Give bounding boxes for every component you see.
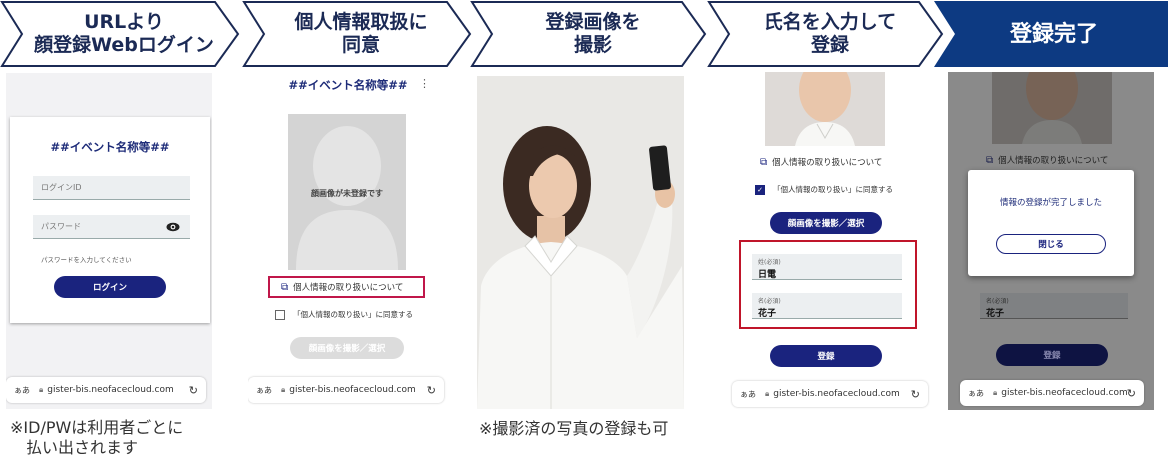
browser-url-bar[interactable]: ぁあ 🔒︎ gister-bis.neofacecloud.com ↻ (960, 380, 1144, 406)
selfie-photo (477, 76, 684, 409)
idpw-note: ※ID/PWは利用者ごとに 払い出されます (10, 418, 184, 457)
face-photo-image (765, 72, 885, 146)
url-text: gister-bis.neofacecloud.com (1001, 388, 1128, 398)
registered-face-photo (992, 72, 1112, 144)
step-1-label: URLより 顔登録Webログイン (34, 11, 214, 56)
event-title: ##イベント名称等## (288, 78, 408, 92)
capture-photo-button[interactable]: 顔画像を撮影／選択 (290, 337, 404, 359)
register-button[interactable]: 登録 (996, 344, 1108, 366)
name-fields-highlight (739, 240, 917, 329)
url-text: gister-bis.neofacecloud.com (773, 389, 900, 399)
checkbox-checked[interactable]: ✓ (755, 184, 765, 195)
browser-url-bar[interactable]: ぁあ 🔒︎ gister-bis.neofacecloud.com ↻ (248, 377, 444, 403)
first-name-field[interactable]: 名(必須) 花子 (980, 293, 1128, 319)
lock-icon: 🔒︎ (39, 385, 44, 394)
lock-icon: 🔒︎ (765, 389, 770, 398)
browser-url-bar[interactable]: ぁあ 🔒︎ gister-bis.neofacecloud.com ↻ (6, 377, 206, 403)
agree-checkbox[interactable]: 「個人情報の取り扱い」に同意する (275, 309, 413, 320)
password-placeholder: パスワード (41, 222, 81, 231)
reload-icon[interactable]: ↻ (1127, 387, 1136, 400)
privacy-policy-link[interactable]: ⧉ 個人情報の取り扱いについて (760, 156, 883, 169)
consent-screen: ##イベント名称等## ⋮ 顔画像が未登録です ⧉ 個人情報の取り扱いについて … (248, 73, 448, 409)
completion-message: 情報の登録が完了しました (999, 198, 1102, 208)
password-hint: パスワードを入力してください (41, 256, 132, 264)
url-text: gister-bis.neofacecloud.com (289, 385, 416, 395)
more-menu-icon[interactable]: ⋮ (419, 77, 430, 90)
lock-icon: 🔒︎ (993, 388, 998, 397)
step-1: URLより 顔登録Webログイン (0, 0, 242, 68)
face-photo-image (992, 72, 1112, 144)
text-size-button[interactable]: ぁあ (968, 388, 984, 399)
text-size-button[interactable]: ぁあ (256, 385, 272, 396)
reload-icon[interactable]: ↻ (189, 384, 198, 397)
agree-checkbox[interactable]: ✓ 「個人情報の取り扱い」に同意する (755, 184, 893, 195)
close-button[interactable]: 閉じる (996, 234, 1106, 254)
capture-photo-button[interactable]: 顔画像を撮影／選択 (770, 212, 882, 234)
password-field[interactable]: パスワード (33, 215, 190, 239)
login-id-field[interactable]: ログインID (33, 176, 190, 200)
text-size-button[interactable]: ぁあ (14, 385, 30, 396)
photo-note: ※撮影済の写真の登録も可 (479, 419, 669, 438)
first-name-label: 名(必須) (986, 298, 1009, 305)
step-3-label: 登録画像を 撮影 (545, 11, 641, 56)
first-name-value: 花子 (986, 309, 1005, 319)
url-text: gister-bis.neofacecloud.com (47, 385, 174, 395)
step-4: 氏名を入力して 登録 (707, 0, 947, 68)
step-3: 登録画像を 撮影 (470, 0, 710, 68)
lock-icon: 🔒︎ (281, 385, 286, 394)
privacy-policy-link[interactable]: ⧉ 個人情報の取り扱いについて (986, 154, 1109, 167)
reload-icon[interactable]: ↻ (427, 384, 436, 397)
step-2-label: 個人情報取扱に 同意 (294, 11, 428, 56)
complete-screen: ⧉ 個人情報の取り扱いについて 情報の登録が完了しました 閉じる 名(必須) 花… (948, 72, 1154, 410)
agree-label: 「個人情報の取り扱い」に同意する (293, 310, 413, 319)
step-5: 登録完了 (932, 0, 1169, 68)
eye-icon[interactable] (166, 222, 180, 232)
step-4-label: 氏名を入力して 登録 (763, 11, 897, 56)
event-title: ##イベント名称等## (50, 140, 170, 154)
checkbox-unchecked[interactable] (275, 309, 285, 320)
privacy-link-highlight (268, 276, 425, 298)
no-photo-text: 顔画像が未登録です (311, 189, 383, 198)
step-2: 個人情報取扱に 同意 (242, 0, 475, 68)
browser-url-bar[interactable]: ぁあ 🔒︎ gister-bis.neofacecloud.com ↻ (732, 381, 928, 407)
login-button[interactable]: ログイン (54, 276, 166, 298)
photo-placeholder: 顔画像が未登録です (288, 114, 406, 270)
text-size-button[interactable]: ぁあ (740, 389, 756, 400)
registered-face-photo (765, 72, 885, 146)
selfie-illustration (477, 76, 684, 409)
login-screen: ##イベント名称等## ログインID パスワード パスワードを入力してください … (6, 73, 212, 409)
reload-icon[interactable]: ↻ (911, 388, 920, 401)
login-card: ##イベント名称等## ログインID パスワード パスワードを入力してください … (10, 117, 210, 323)
privacy-link-label: 個人情報の取り扱いについて (772, 158, 883, 168)
external-link-icon: ⧉ (760, 156, 768, 168)
step-5-label: 登録完了 (1009, 21, 1098, 47)
external-link-icon: ⧉ (986, 154, 994, 166)
completion-dialog: 情報の登録が完了しました 閉じる (968, 170, 1134, 276)
agree-label: 「個人情報の取り扱い」に同意する (773, 185, 893, 194)
privacy-link-label: 個人情報の取り扱いについて (998, 156, 1109, 166)
register-button[interactable]: 登録 (770, 345, 882, 367)
